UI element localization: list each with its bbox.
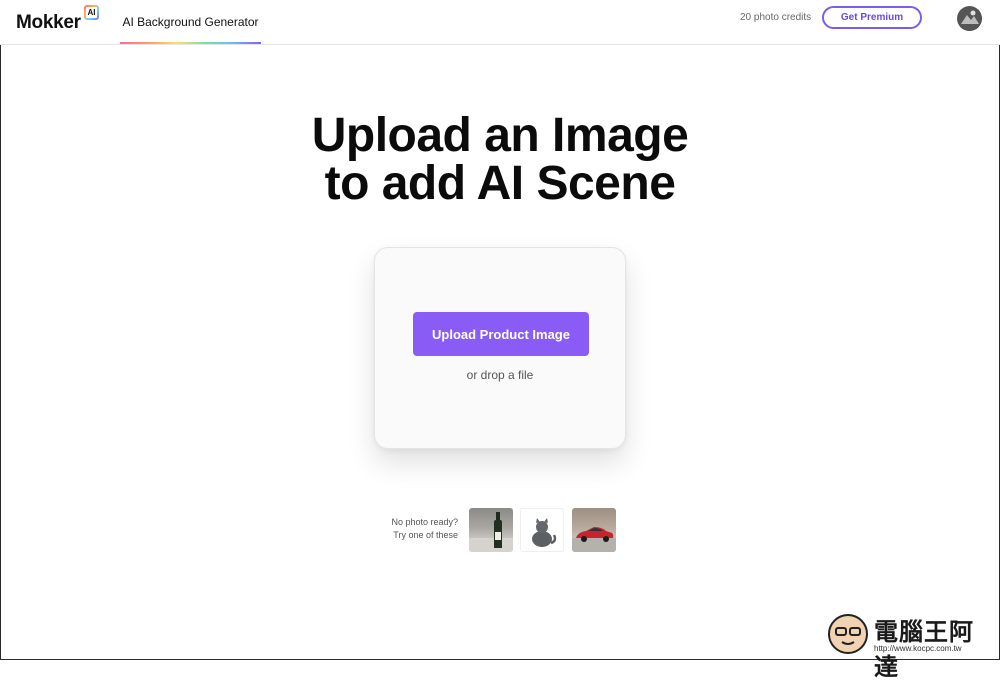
sample-cat[interactable]	[520, 508, 564, 552]
samples-line-2: Try one of these	[393, 530, 458, 540]
samples-prompt: No photo ready? Try one of these	[360, 516, 458, 542]
sample-wine-bottle[interactable]	[469, 508, 513, 552]
samples-line-1: No photo ready?	[391, 517, 458, 527]
hero-line-1: Upload an Image	[311, 109, 689, 162]
get-premium-button[interactable]: Get Premium	[822, 6, 922, 29]
ai-badge-icon: AI	[84, 5, 99, 20]
hero-line-2: to add AI Scene	[324, 157, 676, 210]
cat-icon	[532, 518, 557, 547]
photo-credits-text: 20 photo credits	[740, 12, 812, 23]
tab-label: AI Background Generator	[122, 15, 259, 29]
top-nav-bar: Mokker AI AI Background Generator 20 pho…	[0, 0, 1000, 45]
user-avatar[interactable]	[957, 6, 982, 31]
mascot-face-icon	[835, 627, 861, 645]
avatar-image-icon	[957, 6, 982, 31]
watermark-mascot-icon	[828, 614, 868, 654]
sample-red-car[interactable]	[572, 508, 616, 552]
red-car-icon	[572, 527, 616, 552]
mokker-logo-text[interactable]: Mokker	[16, 12, 81, 34]
watermark-url: http://www.kocpc.com.tw	[874, 644, 962, 653]
upload-dropzone[interactable]: Upload Product Image or drop a file	[374, 247, 626, 449]
hero-heading: Upload an Image to add AI Scene	[0, 112, 1000, 208]
drop-file-hint: or drop a file	[466, 368, 534, 382]
tab-ai-background-generator[interactable]: AI Background Generator	[120, 0, 261, 44]
tab-active-underline	[120, 42, 261, 44]
site-watermark: 電腦王阿達 http://www.kocpc.com.tw	[828, 612, 996, 681]
wine-bottle-icon	[469, 512, 513, 552]
upload-product-image-button[interactable]: Upload Product Image	[413, 312, 589, 356]
